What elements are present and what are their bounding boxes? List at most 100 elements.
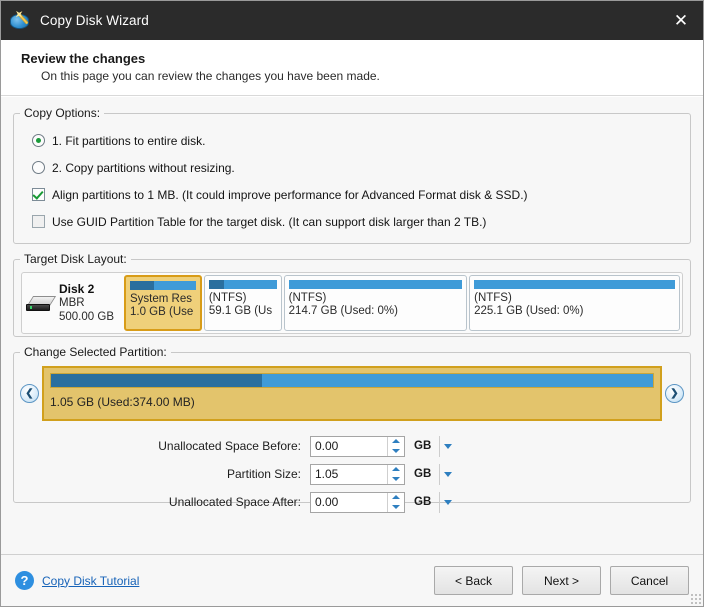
partition-box-2[interactable]: (NTFS) 59.1 GB (Us [203, 275, 282, 331]
cancel-button[interactable]: Cancel [610, 566, 689, 595]
partition-usage-used [130, 281, 154, 290]
chevron-down-icon[interactable] [439, 491, 456, 513]
disk-scheme: MBR [59, 297, 85, 309]
page-subtitle: On this page you can review the changes … [41, 69, 380, 83]
unallocated-after-input[interactable] [311, 492, 387, 512]
unallocated-after-label: Unallocated Space After: [168, 495, 301, 509]
option-align-partitions[interactable]: Align partitions to 1 MB. (It could impr… [24, 181, 680, 208]
disk-capacity: 500.00 GB [59, 311, 114, 323]
partition-usage-bar [288, 280, 463, 289]
spinner-down-icon[interactable] [388, 446, 404, 456]
partition-label: (NTFS) [288, 292, 327, 304]
selected-partition-bar[interactable]: 1.05 GB (Used:374.00 MB) [42, 366, 662, 421]
selected-partition-usage-bar [50, 373, 654, 388]
partition-box-system-reserved[interactable]: System Res 1.0 GB (Use [124, 275, 202, 331]
checkbox-align-partitions-icon[interactable] [32, 188, 45, 201]
window-title: Copy Disk Wizard [40, 13, 149, 28]
selected-partition-caption: 1.05 GB (Used:374.00 MB) [50, 395, 195, 409]
partition-size-unit-select[interactable]: GB [410, 463, 456, 485]
partition-boxes: System Res 1.0 GB (Use (NTFS) 59.1 GB (U… [124, 275, 680, 331]
unit-label: GB [414, 440, 432, 452]
field-row-unallocated-before: Unallocated Space Before: GB [20, 432, 690, 460]
partition-box-3[interactable]: (NTFS) 214.7 GB (Used: 0%) [283, 275, 468, 331]
target-disk-layout-legend: Target Disk Layout: [24, 252, 127, 266]
copy-options-legend: Copy Options: [24, 106, 101, 120]
option-copy-without-resizing-label: 2. Copy partitions without resizing. [52, 160, 235, 175]
checkbox-use-gpt-icon[interactable] [32, 215, 45, 228]
disk-meta: Disk 2 MBR 500.00 GB [59, 282, 114, 324]
partition-label: (NTFS) [474, 292, 512, 304]
unit-label: GB [414, 496, 432, 508]
footer-bar: ? Copy Disk Tutorial < Back Next > Cance… [1, 554, 703, 606]
partition-size: 1.0 GB (Use [130, 306, 194, 318]
partition-usage-bar [208, 280, 277, 289]
unallocated-after-spin-buttons[interactable] [387, 492, 404, 512]
next-button[interactable]: Next > [522, 566, 601, 595]
selected-partition-usage-used [51, 374, 262, 387]
copy-disk-wizard-window: Copy Disk Wizard ✕ Review the changes On… [0, 0, 704, 607]
copy-options-group: Copy Options: 1. Fit partitions to entir… [13, 106, 691, 244]
partition-usage-bar [474, 280, 675, 289]
disk-summary: Disk 2 MBR 500.00 GB [24, 275, 124, 331]
app-disk-wand-icon [10, 10, 32, 32]
unallocated-before-spin-buttons[interactable] [387, 436, 404, 456]
unallocated-before-input[interactable] [311, 436, 387, 456]
option-align-partitions-label: Align partitions to 1 MB. (It could impr… [52, 187, 528, 202]
option-fit-partitions-label: 1. Fit partitions to entire disk. [52, 133, 206, 148]
size-fields: Unallocated Space Before: GB Part [14, 432, 690, 516]
copy-options-list: 1. Fit partitions to entire disk. 2. Cop… [14, 120, 690, 235]
question-mark-icon[interactable]: ? [15, 571, 34, 590]
partition-size: 214.7 GB (Used: 0%) [288, 305, 398, 317]
hard-disk-icon [26, 294, 57, 312]
partition-size-label: Partition Size: [226, 467, 301, 481]
unallocated-before-stepper[interactable] [310, 435, 405, 457]
partition-label: System Res [130, 293, 192, 305]
spinner-up-icon[interactable] [388, 493, 404, 503]
partition-box-4[interactable]: (NTFS) 225.1 GB (Used: 0%) [469, 275, 680, 331]
wizard-buttons: < Back Next > Cancel [434, 566, 689, 595]
option-use-gpt-label: Use GUID Partition Table for the target … [52, 214, 487, 229]
chevron-down-icon[interactable] [439, 435, 456, 457]
page-title: Review the changes [21, 51, 146, 66]
spinner-down-icon[interactable] [388, 502, 404, 512]
radio-copy-without-resizing-icon[interactable] [32, 161, 45, 174]
partition-resize-slider: ❮ 1.05 GB (Used:374.00 MB) ❯ [20, 366, 684, 421]
unit-label: GB [414, 468, 432, 480]
partition-size-stepper[interactable] [310, 463, 405, 485]
partition-size-spin-buttons[interactable] [387, 464, 404, 484]
chevron-left-icon[interactable]: ❮ [20, 384, 39, 403]
close-icon[interactable]: ✕ [659, 1, 703, 40]
option-fit-partitions[interactable]: 1. Fit partitions to entire disk. [24, 127, 680, 154]
page-header: Review the changes On this page you can … [1, 40, 703, 96]
title-bar: Copy Disk Wizard ✕ [1, 1, 703, 40]
partition-usage-used [208, 280, 225, 289]
field-row-unallocated-after: Unallocated Space After: GB [20, 488, 690, 516]
option-use-gpt[interactable]: Use GUID Partition Table for the target … [24, 208, 680, 235]
copy-disk-tutorial-link[interactable]: Copy Disk Tutorial [42, 574, 139, 588]
partition-size-input[interactable] [311, 464, 387, 484]
partition-size: 59.1 GB (Us [208, 305, 273, 317]
unallocated-before-label: Unallocated Space Before: [158, 439, 301, 453]
change-selected-partition-group: Change Selected Partition: ❮ 1.05 GB (Us… [13, 345, 691, 513]
disk-layout-panel: Disk 2 MBR 500.00 GB System Res 1.0 GB (… [21, 272, 683, 334]
chevron-right-icon[interactable]: ❯ [665, 384, 684, 403]
radio-fit-partitions-icon[interactable] [32, 134, 45, 147]
unallocated-before-unit-select[interactable]: GB [410, 435, 456, 457]
change-selected-partition-legend: Change Selected Partition: [24, 345, 167, 359]
chevron-down-icon[interactable] [439, 463, 456, 485]
target-disk-layout-group: Target Disk Layout: Disk 2 MBR 500.00 GB [13, 252, 691, 337]
spinner-up-icon[interactable] [388, 465, 404, 475]
partition-label: (NTFS) [208, 292, 247, 304]
partition-size: 225.1 GB (Used: 0%) [474, 305, 584, 317]
spinner-up-icon[interactable] [388, 437, 404, 447]
back-button[interactable]: < Back [434, 566, 513, 595]
main-content: Copy Options: 1. Fit partitions to entir… [1, 96, 703, 554]
spinner-down-icon[interactable] [388, 474, 404, 484]
disk-name: Disk 2 [59, 282, 95, 296]
field-row-partition-size: Partition Size: GB [20, 460, 690, 488]
partition-usage-bar [130, 281, 196, 290]
unallocated-after-stepper[interactable] [310, 491, 405, 513]
unallocated-after-unit-select[interactable]: GB [410, 491, 456, 513]
resize-grip-icon[interactable] [690, 593, 701, 604]
option-copy-without-resizing[interactable]: 2. Copy partitions without resizing. [24, 154, 680, 181]
